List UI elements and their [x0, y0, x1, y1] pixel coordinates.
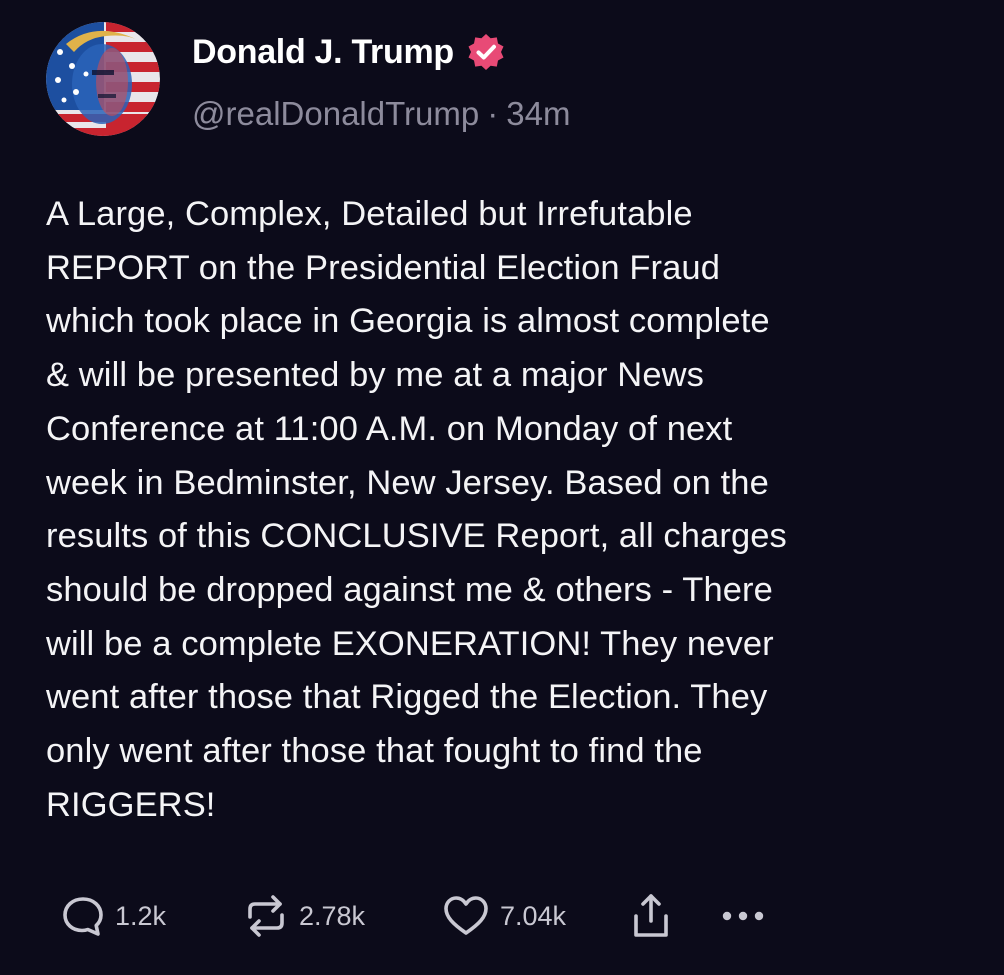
share-upload-icon: [634, 894, 668, 937]
meta-separator: ·: [487, 95, 499, 132]
author-name-text[interactable]: Donald J. Trump: [192, 30, 454, 74]
reply-button[interactable]: 1.2k: [60, 893, 242, 939]
author-display-name[interactable]: Donald J. Trump: [192, 30, 506, 74]
more-dots-icon: [722, 911, 764, 921]
reply-bubble-icon: [63, 897, 103, 936]
reply-count: 1.2k: [115, 900, 167, 931]
post-card: Donald J. Trump @realDonaldTrump · 34m A L…: [0, 0, 1004, 975]
like-button[interactable]: 7.04k: [441, 893, 631, 939]
post-meta: @realDonaldTrump · 34m: [192, 93, 570, 135]
repost-button[interactable]: 2.78k: [242, 893, 441, 939]
flag-portrait-avatar: [46, 22, 160, 136]
share-button[interactable]: [631, 891, 719, 941]
repost-arrows-icon: [248, 895, 284, 937]
post-text: A Large, Complex, Detailed but Irrefutab…: [46, 195, 787, 824]
action-bar: 1.2k 2.78k 7.04k: [60, 888, 779, 944]
repost-count: 2.78k: [299, 900, 366, 931]
verified-badge-icon: [466, 32, 506, 72]
author-handle[interactable]: @realDonaldTrump: [192, 95, 479, 132]
more-options-button[interactable]: [719, 906, 779, 926]
heart-icon: [444, 896, 488, 935]
like-count: 7.04k: [500, 900, 567, 931]
post-timestamp[interactable]: 34m: [506, 95, 570, 132]
avatar[interactable]: [46, 22, 160, 136]
